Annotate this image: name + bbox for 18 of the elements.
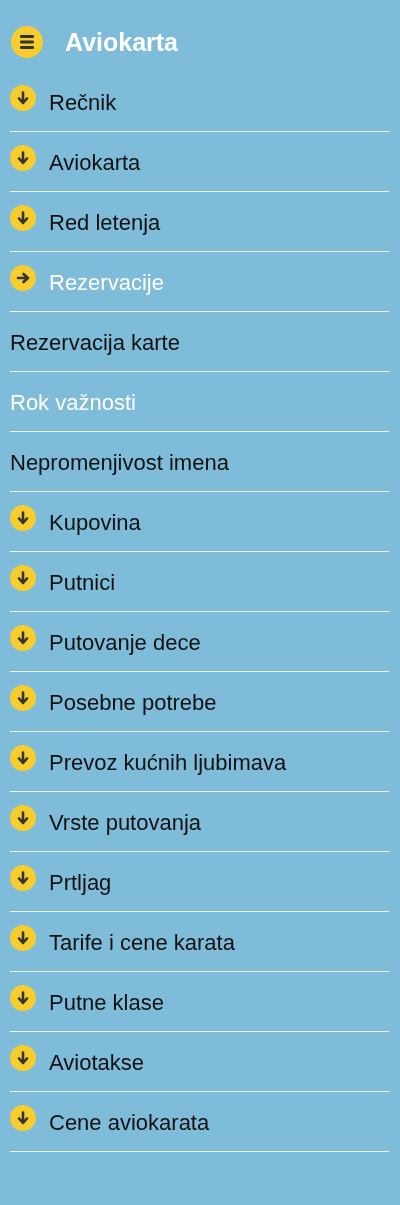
menu-item[interactable]: Rečnik: [10, 72, 389, 132]
menu-item[interactable]: Putnici: [10, 552, 389, 612]
menu-item[interactable]: Cene aviokarata: [10, 1092, 389, 1152]
menu-item[interactable]: Prevoz kućnih ljubimava: [10, 732, 389, 792]
menu-item[interactable]: Tarife i cene karata: [10, 912, 389, 972]
menu-item[interactable]: Putne klase: [10, 972, 389, 1032]
submenu-item[interactable]: Rezervacija karte: [10, 312, 389, 372]
menu-item[interactable]: Aviotakse: [10, 1032, 389, 1092]
menu-icon[interactable]: [11, 25, 43, 58]
submenu-item[interactable]: Nepromenjivost imena: [10, 432, 389, 492]
menu-item[interactable]: Red letenja: [10, 192, 389, 252]
menu-item[interactable]: Prtljag: [10, 852, 389, 912]
menu-item[interactable]: Posebne potrebe: [10, 672, 389, 732]
menu-item[interactable]: Putovanje dece: [10, 612, 389, 672]
menu-item[interactable]: Vrste putovanja: [10, 792, 389, 852]
menu-item[interactable]: Aviokarta: [10, 132, 389, 192]
menu-item[interactable]: Kupovina: [10, 492, 389, 552]
menu-title: Aviokarta: [65, 27, 178, 57]
